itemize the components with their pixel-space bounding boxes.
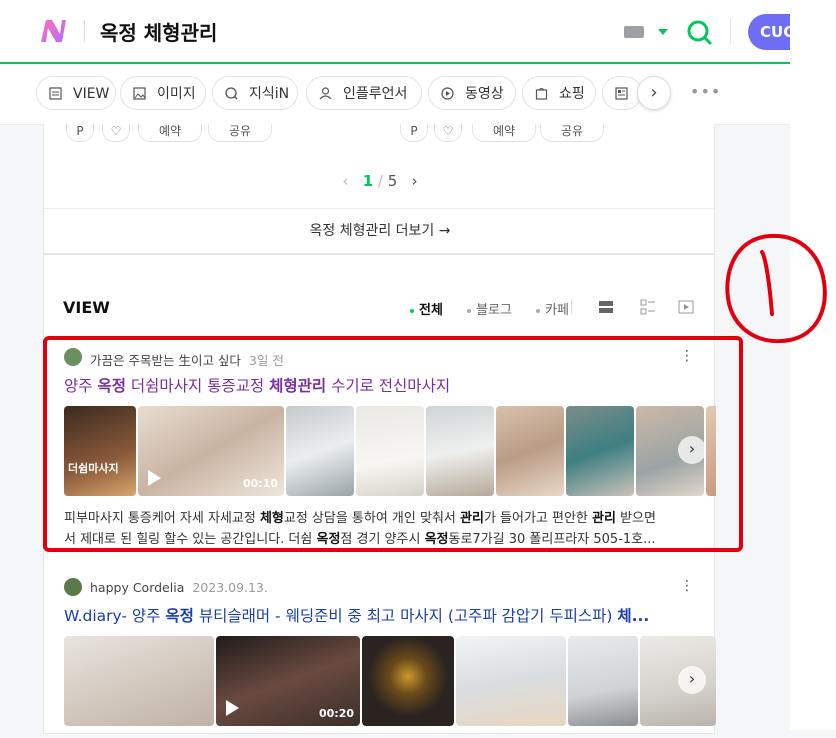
pagination: ‹ 1 / 5 › bbox=[44, 172, 716, 190]
tab-label: 인플루언서 bbox=[343, 86, 408, 102]
naver-logo-icon[interactable] bbox=[38, 16, 68, 46]
tab-shopping[interactable]: 쇼핑 bbox=[522, 76, 596, 110]
tab-video[interactable]: 동영상 bbox=[428, 76, 516, 110]
view-filters: 전체 블로그 카페 bbox=[410, 299, 589, 318]
tab-images[interactable]: 이미지 bbox=[120, 76, 206, 110]
card-divider bbox=[44, 208, 716, 209]
knowledge-icon bbox=[225, 87, 238, 100]
tab-influencer[interactable]: 인플루언서 bbox=[306, 76, 422, 110]
right-margin bbox=[790, 0, 836, 730]
thumbnail-next-button[interactable]: › bbox=[678, 666, 706, 694]
post-date: 2023.09.13. bbox=[192, 580, 268, 595]
more-icon[interactable]: ••• bbox=[690, 82, 721, 101]
image-icon bbox=[133, 87, 146, 100]
title-highlight: 옥정 bbox=[165, 607, 194, 625]
filter-label: 카페 bbox=[545, 303, 570, 318]
title-text: W.diary- 양주 bbox=[64, 607, 166, 625]
shopping-icon bbox=[535, 88, 548, 100]
avatar[interactable] bbox=[64, 578, 82, 596]
annotation-highlight-box bbox=[43, 336, 743, 552]
share-button[interactable]: 공유 bbox=[540, 124, 604, 142]
share-button[interactable]: 공유 bbox=[208, 124, 272, 142]
call-button[interactable]: P bbox=[66, 124, 94, 142]
pager-separator: / bbox=[377, 172, 383, 190]
pager-total: 5 bbox=[387, 172, 398, 190]
filter-label: 블로그 bbox=[476, 303, 512, 318]
section-title: VIEW bbox=[63, 298, 110, 317]
tabs-next-button[interactable]: › bbox=[637, 76, 671, 110]
play-icon bbox=[441, 87, 454, 100]
search-icon[interactable] bbox=[686, 19, 712, 45]
thumbnail[interactable] bbox=[362, 636, 454, 726]
thumbnail[interactable] bbox=[64, 636, 214, 726]
tab-knowledge-in[interactable]: 지식iN bbox=[212, 76, 298, 110]
post-title[interactable]: W.diary- 양주 옥정 뷰티슬래머 - 웨딩준비 중 최고 마사지 (고주… bbox=[64, 604, 649, 626]
detail-view-icon[interactable] bbox=[640, 299, 656, 315]
heart-button[interactable]: ♡ bbox=[102, 124, 130, 142]
reserve-button[interactable]: 예약 bbox=[472, 124, 536, 142]
header-divider bbox=[84, 20, 85, 42]
post-author[interactable]: happy Cordelia 2023.09.13. bbox=[90, 580, 268, 595]
tab-label: 쇼핑 bbox=[559, 86, 585, 102]
title-text: 뷰티슬래머 - 웨딩준비 중 최고 마사지 (고주파 감압기 두피스파) bbox=[193, 607, 618, 625]
pager-current: 1 bbox=[362, 172, 374, 190]
tab-label: 이미지 bbox=[157, 86, 196, 102]
pager-next-button[interactable]: › bbox=[412, 172, 418, 190]
header-separator bbox=[730, 18, 731, 44]
keyboard-icon[interactable] bbox=[624, 26, 644, 38]
tab-label: 지식iN bbox=[249, 86, 290, 102]
search-query[interactable]: 옥정 체형관리 bbox=[100, 17, 217, 46]
tab-news[interactable] bbox=[602, 76, 642, 110]
filter-cafe[interactable]: 카페 bbox=[536, 303, 579, 318]
news-icon bbox=[615, 87, 628, 100]
heart-button[interactable]: ♡ bbox=[434, 124, 462, 142]
header: 옥정 체형관리 CUG bbox=[0, 0, 808, 64]
post-menu-icon[interactable]: ⋮ bbox=[680, 578, 694, 594]
list-view-icon[interactable] bbox=[598, 299, 614, 315]
video-view-icon[interactable] bbox=[678, 299, 694, 315]
tab-label: 동영상 bbox=[465, 86, 504, 102]
tab-bar: VIEW 이미지 지식iN 인플루언서 동영상 쇼핑 › ••• bbox=[0, 64, 790, 125]
filter-label: 전체 bbox=[419, 303, 443, 318]
thumbnail[interactable] bbox=[568, 636, 638, 726]
view-icon bbox=[49, 87, 62, 100]
dropdown-arrow-icon[interactable] bbox=[658, 29, 668, 35]
view-post[interactable]: happy Cordelia 2023.09.13. ⋮ W.diary- 양주 … bbox=[64, 578, 716, 738]
thumbnail[interactable] bbox=[456, 636, 566, 726]
title-highlight: 체... bbox=[617, 607, 650, 625]
reserve-button[interactable]: 예약 bbox=[138, 124, 202, 142]
person-icon bbox=[319, 87, 332, 100]
video-thumbnail[interactable]: 00:20 bbox=[216, 636, 360, 726]
more-results-link[interactable]: 옥정 체형관리 더보기 → bbox=[44, 220, 716, 240]
pager-prev-button[interactable]: ‹ bbox=[342, 172, 348, 190]
author-name[interactable]: happy Cordelia bbox=[90, 580, 184, 595]
tab-label: VIEW bbox=[73, 86, 110, 102]
tab-view[interactable]: VIEW bbox=[36, 76, 116, 110]
video-duration: 00:20 bbox=[318, 707, 354, 720]
annotation-circle-icon bbox=[725, 233, 827, 344]
filter-blog[interactable]: 블로그 bbox=[467, 303, 522, 318]
play-icon bbox=[226, 700, 239, 716]
call-button[interactable]: P bbox=[400, 124, 428, 142]
filter-all[interactable]: 전체 bbox=[410, 303, 453, 318]
thumbnail-strip: 00:20 › bbox=[64, 636, 716, 726]
filter-separator bbox=[571, 299, 572, 314]
place-results-card: P ♡ 예약 공유 P ♡ 예약 공유 ‹ 1 / 5 › 옥정 체형관리 더보… bbox=[43, 124, 716, 254]
